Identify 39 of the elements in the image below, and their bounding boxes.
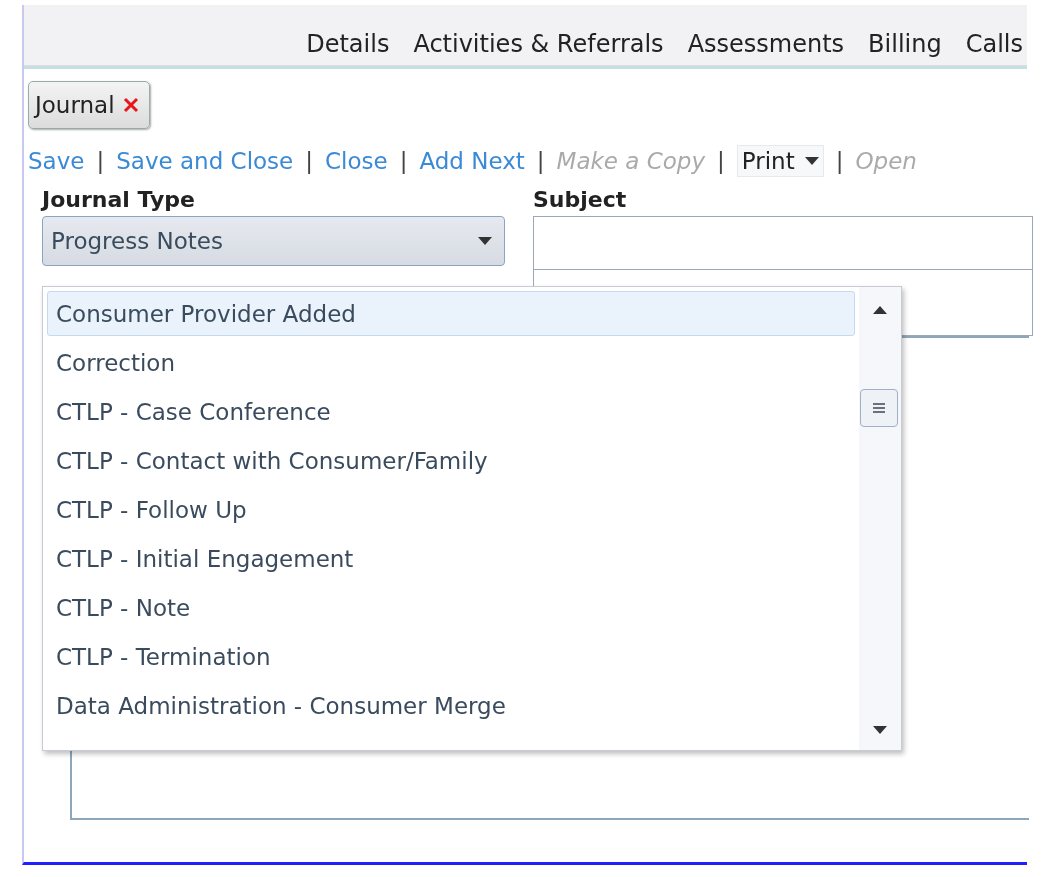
dropdown-option[interactable]: Correction — [47, 340, 855, 385]
caret-icon[interactable] — [804, 157, 819, 165]
separator: | — [96, 148, 105, 174]
separator: | — [835, 148, 844, 174]
nav-tab[interactable]: Activities & Referrals — [413, 30, 664, 58]
subject-field[interactable] — [533, 216, 1033, 270]
nav-tab[interactable]: Billing — [868, 30, 942, 58]
tab-label[interactable]: Journal — [35, 92, 115, 118]
scroll-up-icon[interactable] — [873, 306, 887, 314]
scrollbar[interactable] — [859, 287, 901, 750]
separator: | — [305, 148, 313, 174]
dropdown-option[interactable]: CTLP - Follow Up — [47, 487, 855, 532]
close-icon[interactable] — [122, 97, 139, 113]
dropdown-option[interactable]: CTLP - Contact with Consumer/Family — [47, 438, 855, 483]
field-label: Subject — [533, 187, 628, 214]
dropdown-option[interactable]: CTLP - Termination — [47, 634, 855, 679]
journal-type-select[interactable]: Progress Notes — [42, 216, 505, 266]
grip-icon — [872, 403, 886, 413]
field-label: Journal Type — [42, 187, 196, 214]
scroll-down-icon[interactable] — [873, 726, 887, 734]
dropdown-option[interactable]: CTLP - Case Conference — [47, 389, 855, 434]
dropdown-option[interactable]: CTLP - Note — [47, 585, 855, 630]
caret-icon[interactable] — [478, 237, 492, 245]
separator: | — [717, 148, 725, 174]
print-menu-button[interactable]: Print — [736, 145, 824, 177]
dropdown-option[interactable]: Consumer Provider Added — [47, 291, 855, 336]
dropdown-option[interactable]: CTLP - Initial Engagement — [47, 536, 855, 581]
nav-tab[interactable]: Assessments — [687, 30, 845, 58]
separator: | — [399, 148, 408, 174]
journal-tab[interactable]: Journal — [28, 81, 150, 129]
separator: | — [536, 148, 545, 174]
nav-tab[interactable]: Calls — [965, 30, 1023, 58]
toolbar-link[interactable]: Save — [28, 148, 85, 174]
scroll-thumb[interactable] — [860, 389, 898, 427]
dropdown-option[interactable]: Data Administration - Consumer Merge — [47, 683, 855, 728]
toolbar-link[interactable]: Close — [325, 148, 388, 174]
toolbar-link[interactable]: Add Next — [419, 148, 525, 174]
toolbar-link[interactable]: Save and Close — [116, 148, 294, 174]
nav-tab[interactable]: Details — [306, 30, 390, 58]
